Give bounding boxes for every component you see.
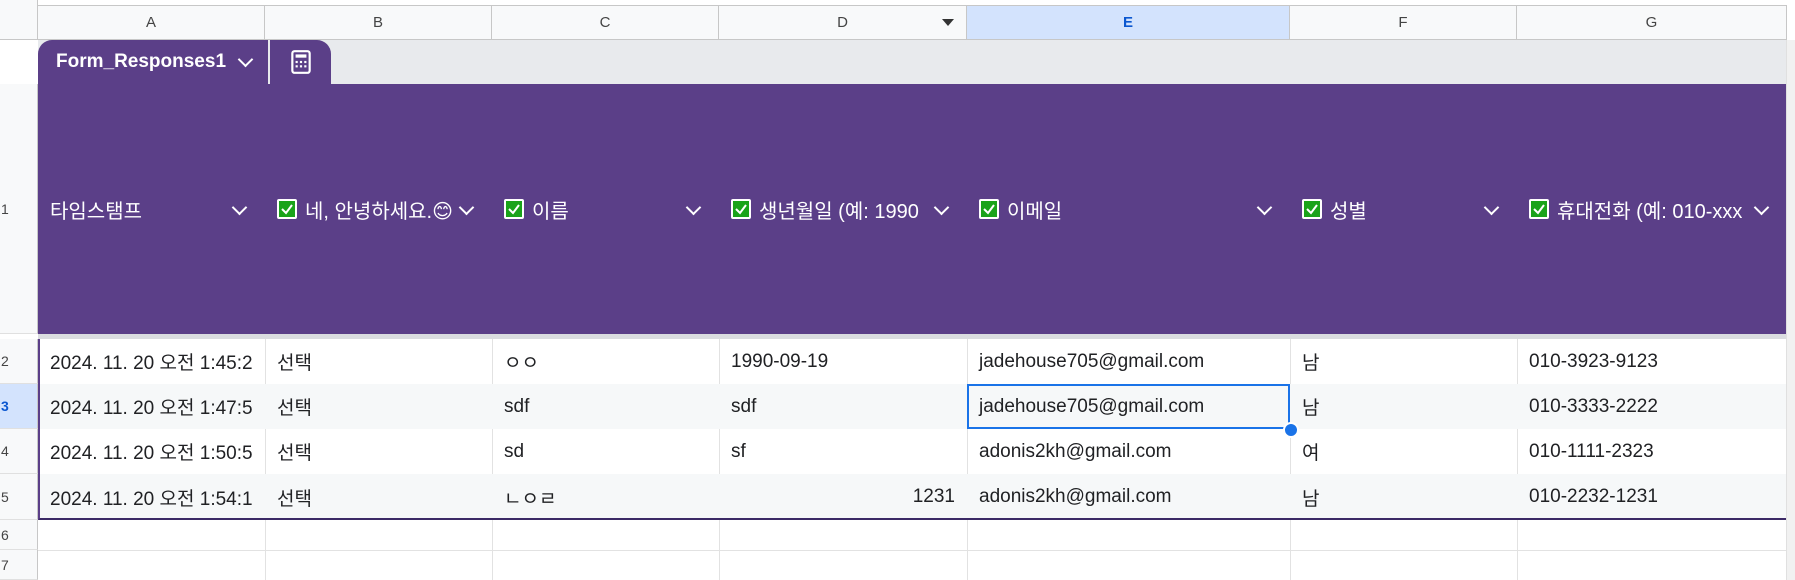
cell-c3[interactable]: sdf — [492, 384, 719, 429]
column-header-c[interactable]: C — [492, 5, 719, 40]
checkbox-icon — [979, 199, 999, 219]
cell-a2[interactable]: 2024. 11. 20 오전 1:45:2 — [38, 339, 265, 384]
table-header-row: 타임스탬프 네, 안녕하세요.😊 이름 생년월일 (예: 1990 이메일 성별… — [38, 84, 1787, 334]
row-header-6[interactable]: 6 — [0, 520, 38, 550]
cell-f4[interactable]: 여 — [1290, 429, 1517, 474]
fill-handle[interactable] — [1283, 422, 1299, 438]
calculator-icon — [290, 50, 311, 74]
cell-g5[interactable]: 010-2232-1231 — [1517, 474, 1787, 520]
table-row: 2024. 11. 20 오전 1:50:5 선택 sd sf adonis2k… — [38, 429, 1787, 474]
cell-e3[interactable]: jadehouse705@gmail.com — [967, 384, 1290, 429]
cell-d2[interactable]: 1990-09-19 — [719, 339, 967, 384]
cell-b4[interactable]: 선택 — [265, 429, 492, 474]
cell-g2[interactable]: 010-3923-9123 — [1517, 339, 1787, 384]
cell-a4[interactable]: 2024. 11. 20 오전 1:50:5 — [38, 429, 265, 474]
chevron-down-icon[interactable] — [458, 199, 475, 216]
cell-g3[interactable]: 010-3333-2222 — [1517, 384, 1787, 429]
empty-row — [38, 550, 1787, 580]
column-header-f[interactable]: F — [1290, 5, 1517, 40]
column-header-d[interactable]: D — [719, 5, 967, 40]
empty-row — [38, 520, 1787, 550]
chevron-down-icon[interactable] — [1483, 199, 1500, 216]
table-name: Form_Responses1 — [56, 51, 227, 72]
cell-c2[interactable]: ㅇㅇ — [492, 339, 719, 384]
vertical-scrollbar[interactable] — [1786, 40, 1795, 580]
checkbox-icon — [504, 199, 524, 219]
cell-f3[interactable]: 남 — [1290, 384, 1517, 429]
cell-b2[interactable]: 선택 — [265, 339, 492, 384]
row-header-3[interactable]: 3 — [0, 384, 38, 429]
chevron-down-icon[interactable] — [1256, 199, 1273, 216]
row-headers: 1 2 3 4 5 6 7 — [0, 40, 38, 580]
cell-c5[interactable]: ㄴㅇㄹ — [492, 474, 719, 520]
cell-e5[interactable]: adonis2kh@gmail.com — [967, 474, 1290, 520]
row-header-1[interactable]: 1 — [0, 84, 38, 334]
select-all-corner[interactable] — [0, 0, 38, 40]
column-title-phone[interactable]: 휴대전화 (예: 010-xxx — [1517, 84, 1787, 334]
table-calculator-button[interactable] — [270, 40, 331, 84]
chevron-down-icon[interactable] — [237, 51, 254, 67]
cell-c4[interactable]: sd — [492, 429, 719, 474]
checkbox-icon — [1302, 199, 1322, 219]
column-title-greeting[interactable]: 네, 안녕하세요.😊 — [265, 84, 492, 334]
cell-e4[interactable]: adonis2kh@gmail.com — [967, 429, 1290, 474]
chevron-down-icon[interactable] — [1753, 199, 1770, 216]
column-header-g[interactable]: G — [1517, 5, 1787, 40]
cell-b5[interactable]: 선택 — [265, 474, 492, 520]
column-title-gender[interactable]: 성별 — [1290, 84, 1517, 334]
cell-f2[interactable]: 남 — [1290, 339, 1517, 384]
cell-g4[interactable]: 010-1111-2323 — [1517, 429, 1787, 474]
chevron-down-icon[interactable] — [933, 199, 950, 216]
column-header-b[interactable]: B — [265, 5, 492, 40]
chevron-down-icon[interactable] — [685, 199, 702, 216]
cell-b3[interactable]: 선택 — [265, 384, 492, 429]
checkbox-icon — [731, 199, 751, 219]
column-title-name[interactable]: 이름 — [492, 84, 719, 334]
column-title-timestamp[interactable]: 타임스탬프 — [38, 84, 265, 334]
table-row: 2024. 11. 20 오전 1:45:2 선택 ㅇㅇ 1990-09-19 … — [38, 339, 1787, 384]
column-header-e[interactable]: E — [967, 5, 1290, 40]
table-tab-strip: Form_Responses1 — [38, 40, 1787, 84]
row-header-7[interactable]: 7 — [0, 550, 38, 580]
cell-e2[interactable]: jadehouse705@gmail.com — [967, 339, 1290, 384]
cell-a5[interactable]: 2024. 11. 20 오전 1:54:1 — [38, 474, 265, 520]
cell-f5[interactable]: 남 — [1290, 474, 1517, 520]
column-title-birthdate[interactable]: 생년월일 (예: 1990 — [719, 84, 967, 334]
cell-d3[interactable]: sdf — [719, 384, 967, 429]
row-header-5[interactable]: 5 — [0, 474, 38, 520]
row-header-2[interactable]: 2 — [0, 339, 38, 384]
checkbox-icon — [1529, 199, 1549, 219]
column-header-a[interactable]: A — [38, 5, 265, 40]
checkbox-icon — [277, 199, 297, 219]
cell-d5[interactable]: 1231 — [719, 474, 967, 520]
table-name-tab[interactable]: Form_Responses1 — [38, 40, 268, 84]
column-title-email[interactable]: 이메일 — [967, 84, 1290, 334]
table-row: 2024. 11. 20 오전 1:54:1 선택 ㄴㅇㄹ 1231 adoni… — [38, 474, 1787, 520]
cell-grid: 2024. 11. 20 오전 1:45:2 선택 ㅇㅇ 1990-09-19 … — [38, 339, 1787, 580]
row-header-4[interactable]: 4 — [0, 429, 38, 474]
cell-d4[interactable]: sf — [719, 429, 967, 474]
chevron-down-icon[interactable] — [231, 199, 248, 216]
column-headers: A B C D E F G — [38, 0, 1795, 40]
cell-a3[interactable]: 2024. 11. 20 오전 1:47:5 — [38, 384, 265, 429]
table-row: 2024. 11. 20 오전 1:47:5 선택 sdf sdf jadeho… — [38, 384, 1787, 429]
filter-dropdown-icon[interactable] — [942, 19, 954, 26]
